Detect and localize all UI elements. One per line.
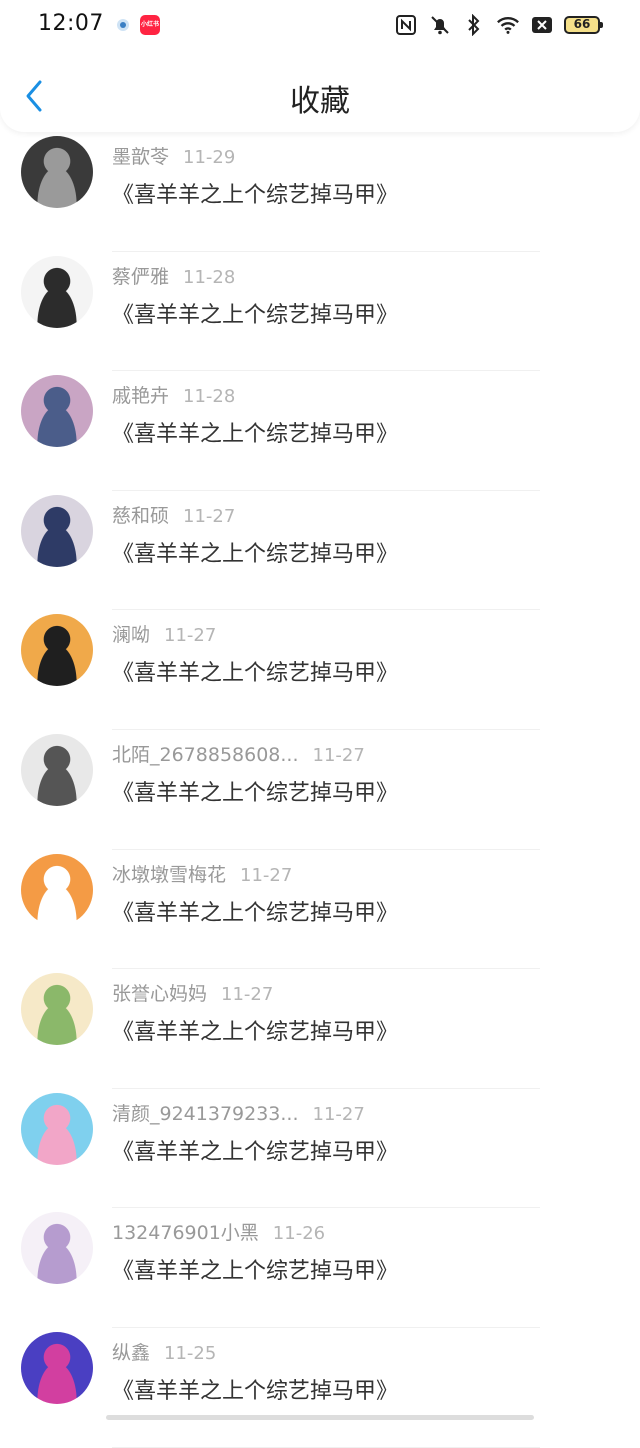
avatar[interactable] (21, 375, 93, 448)
list-item[interactable]: 墨歆苓 11-29 《喜羊羊之上个综艺掉马甲》 (0, 132, 640, 252)
story-title[interactable]: 《喜羊羊之上个综艺掉马甲》 (112, 1014, 398, 1046)
item-date: 11-27 (312, 1103, 365, 1125)
avatar[interactable] (21, 614, 93, 687)
item-meta: 冰墩墩雪梅花 11-27 (112, 860, 292, 887)
battery-level: 66 (573, 17, 591, 31)
item-date: 11-28 (183, 266, 236, 288)
story-title[interactable]: 《喜羊羊之上个综艺掉马甲》 (112, 416, 398, 448)
item-meta: 纵鑫 11-25 (112, 1338, 216, 1365)
wifi-icon (496, 13, 520, 37)
avatar[interactable] (21, 1212, 93, 1285)
item-date: 11-26 (272, 1223, 326, 1245)
list-item[interactable]: 北陌_2678858608... 11-27 《喜羊羊之上个综艺掉马甲》 (0, 730, 640, 850)
page-title: 收藏 (290, 84, 350, 119)
avatar[interactable] (21, 853, 93, 926)
item-meta: 132476901小黑 11-26 (112, 1218, 325, 1245)
list-item[interactable]: 蔡俨雅 11-28 《喜羊羊之上个综艺掉马甲》 (0, 252, 640, 372)
bluetooth-icon (462, 13, 486, 37)
item-meta: 戚艳卉 11-28 (112, 381, 235, 408)
story-title[interactable]: 《喜羊羊之上个综艺掉马甲》 (112, 1134, 398, 1166)
avatar[interactable] (21, 494, 93, 567)
divider (112, 1446, 540, 1448)
avatar[interactable] (21, 973, 93, 1046)
nav-bar: 收藏 (0, 50, 640, 132)
xiaohongshu-icon: 小红书 (140, 15, 160, 35)
story-title[interactable]: 《喜羊羊之上个综艺掉马甲》 (112, 177, 398, 209)
list-item[interactable]: 132476901小黑 11-26 《喜羊羊之上个综艺掉马甲》 (0, 1208, 640, 1328)
battery-icon: 66 (564, 16, 603, 34)
status-icons: 66 (394, 12, 603, 38)
favorites-list: 墨歆苓 11-29 《喜羊羊之上个综艺掉马甲》 蔡俨雅 11-28 《喜羊羊之上个综艺掉马… (0, 132, 640, 1448)
item-meta: 清颜_9241379233... 11-27 (112, 1099, 365, 1126)
item-date: 11-28 (183, 386, 236, 408)
list-item[interactable]: 张誉心妈妈 11-27 《喜羊羊之上个综艺掉马甲》 (0, 969, 640, 1089)
app-notification-icon (113, 15, 133, 35)
username[interactable]: 冰墩墩雪梅花 (112, 864, 226, 886)
status-time: 12:07 (38, 11, 104, 36)
list-item[interactable]: 戚艳卉 11-28 《喜羊羊之上个综艺掉马甲》 (0, 371, 640, 491)
avatar[interactable] (21, 255, 93, 328)
list-item[interactable]: 纵鑫 11-25 《喜羊羊之上个综艺掉马甲》 (0, 1328, 640, 1448)
item-meta: 澜呦 11-27 (112, 620, 216, 647)
story-title[interactable]: 《喜羊羊之上个综艺掉马甲》 (112, 536, 398, 568)
list-item[interactable]: 冰墩墩雪梅花 11-27 《喜羊羊之上个综艺掉马甲》 (0, 850, 640, 970)
scroll-indicator (106, 1415, 534, 1420)
username[interactable]: 蔡俨雅 (112, 266, 169, 288)
list-item[interactable]: 澜呦 11-27 《喜羊羊之上个综艺掉马甲》 (0, 610, 640, 730)
status-bar: 12:07 小红书 66 (0, 0, 640, 50)
item-date: 11-27 (221, 984, 274, 1006)
username[interactable]: 慈和硕 (112, 505, 169, 527)
avatar[interactable] (21, 1092, 93, 1165)
story-title[interactable]: 《喜羊羊之上个综艺掉马甲》 (112, 775, 398, 807)
item-date: 11-27 (312, 744, 365, 766)
mute-bell-icon (428, 13, 452, 37)
username[interactable]: 纵鑫 (112, 1342, 150, 1364)
username[interactable]: 132476901小黑 (112, 1222, 259, 1244)
username[interactable]: 张誉心妈妈 (112, 983, 207, 1005)
item-meta: 蔡俨雅 11-28 (112, 262, 235, 289)
story-title[interactable]: 《喜羊羊之上个综艺掉马甲》 (112, 1253, 398, 1285)
username[interactable]: 澜呦 (112, 624, 150, 646)
item-date: 11-27 (240, 864, 293, 886)
avatar[interactable] (21, 136, 93, 208)
item-date: 11-25 (164, 1342, 217, 1364)
story-title[interactable]: 《喜羊羊之上个综艺掉马甲》 (112, 297, 398, 329)
avatar[interactable] (21, 1331, 93, 1404)
story-title[interactable]: 《喜羊羊之上个综艺掉马甲》 (112, 655, 398, 687)
username[interactable]: 墨歆苓 (112, 146, 169, 168)
item-meta: 张誉心妈妈 11-27 (112, 979, 273, 1006)
story-title[interactable]: 《喜羊羊之上个综艺掉马甲》 (112, 1373, 398, 1405)
list-item[interactable]: 慈和硕 11-27 《喜羊羊之上个综艺掉马甲》 (0, 491, 640, 611)
username[interactable]: 清颜_9241379233... (112, 1103, 299, 1125)
list-item[interactable]: 清颜_9241379233... 11-27 《喜羊羊之上个综艺掉马甲》 (0, 1089, 640, 1209)
item-meta: 墨歆苓 11-29 (112, 142, 235, 169)
item-date: 11-27 (183, 505, 236, 527)
item-date: 11-29 (183, 147, 236, 168)
item-date: 11-27 (164, 625, 217, 647)
item-meta: 慈和硕 11-27 (112, 501, 235, 528)
nfc-icon (394, 13, 418, 37)
username[interactable]: 戚艳卉 (112, 385, 169, 407)
item-meta: 北陌_2678858608... 11-27 (112, 740, 365, 767)
story-title[interactable]: 《喜羊羊之上个综艺掉马甲》 (112, 895, 398, 927)
username[interactable]: 北陌_2678858608... (112, 744, 299, 766)
avatar[interactable] (21, 733, 93, 806)
sim-off-icon (530, 13, 554, 37)
